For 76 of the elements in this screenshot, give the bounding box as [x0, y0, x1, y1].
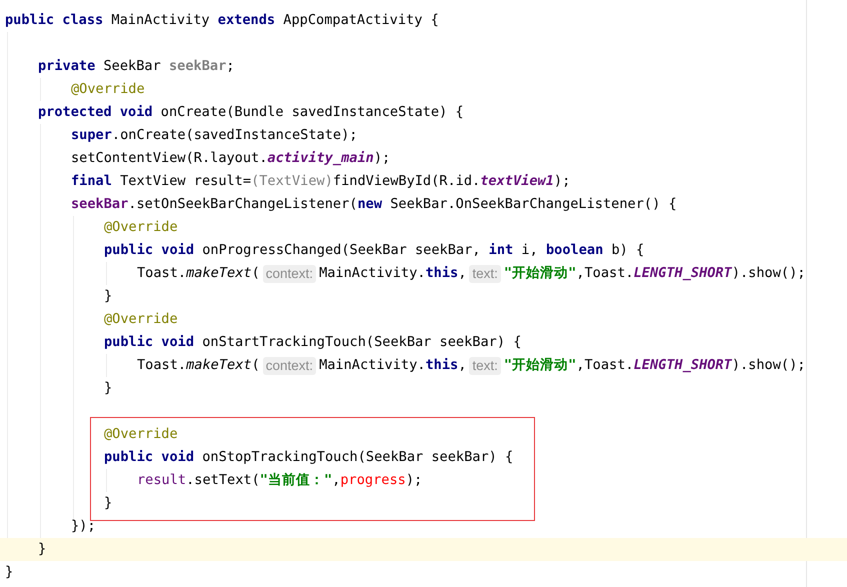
- code-token: );: [406, 471, 422, 490]
- code-token: });: [71, 517, 96, 536]
- code-editor[interactable]: [0, 0, 847, 587]
- code-token: b) {: [610, 241, 644, 260]
- code-token: onProgressChanged(SeekBar seekBar,: [201, 241, 482, 260]
- code-token: MainActivity.: [319, 356, 426, 375]
- code-token: MainActivity: [110, 11, 211, 30]
- code-token: SeekBar.OnSeekBarChangeListener() {: [389, 195, 677, 214]
- code-token: (: [252, 264, 260, 283]
- code-token: final: [71, 172, 112, 191]
- code-token: @Override: [104, 310, 178, 329]
- code-token: LENGTH_SHORT: [634, 264, 732, 283]
- code-token: .setOnSeekBarChangeListener(: [128, 195, 358, 214]
- parameter-hint: text:: [469, 356, 501, 374]
- code-token: .onCreate(savedInstanceState);: [112, 126, 358, 145]
- code-token: protected void: [38, 103, 153, 122]
- code-token: setContentView(R.layout.: [71, 149, 268, 168]
- code-token: "当前值：": [260, 471, 332, 490]
- code-token: public void: [104, 333, 194, 352]
- code-token: onCreate(Bundle savedInstanceState) {: [160, 103, 464, 122]
- code-token: SeekBar: [102, 57, 162, 76]
- code-token: ,: [332, 471, 340, 490]
- code-token: ;: [226, 57, 234, 76]
- code-token: this: [425, 264, 458, 283]
- code-token: makeText: [186, 264, 252, 283]
- parameter-hint: text:: [469, 264, 501, 282]
- code-token: progress: [340, 471, 406, 490]
- code-token: @Override: [71, 80, 145, 99]
- code-token: makeText: [186, 356, 252, 375]
- code-token: onStopTrackingTouch(SeekBar seekBar) {: [201, 448, 514, 467]
- code-token: public void: [104, 448, 194, 467]
- code-token: result: [137, 471, 186, 490]
- code-token: Toast.: [137, 264, 186, 283]
- code-token: onStartTrackingTouch(SeekBar seekBar) {: [201, 333, 522, 352]
- code-token: public class: [5, 11, 104, 30]
- code-token: ).show();: [732, 264, 806, 283]
- code-token: TextView result=: [119, 172, 252, 191]
- code-token: this: [425, 356, 458, 375]
- code-token: public void: [104, 241, 194, 260]
- code-token: );: [374, 149, 390, 168]
- code-token: activity_main: [267, 149, 374, 168]
- code-token: new: [357, 195, 382, 214]
- code-token: "开始滑动": [504, 264, 576, 283]
- code-token: seekBar: [71, 195, 128, 214]
- code-token: .setText(: [186, 471, 260, 490]
- code-token: findViewById(R.id.: [332, 172, 480, 191]
- code-token: "开始滑动": [504, 356, 576, 375]
- code-token: super: [71, 126, 112, 145]
- parameter-hint: context:: [262, 264, 316, 282]
- code-token: Toast.: [137, 356, 186, 375]
- code-token: AppCompatActivity {: [282, 11, 439, 30]
- code-token: }: [38, 540, 46, 559]
- code-token: );: [554, 172, 570, 191]
- code-token: textView1: [480, 172, 554, 191]
- code-token: }: [104, 494, 112, 513]
- code-token: i,: [520, 241, 539, 260]
- code-token: ,Toast.: [576, 264, 634, 283]
- code-token: }: [104, 287, 112, 306]
- code-token: @Override: [104, 425, 178, 444]
- code-token: private: [38, 57, 96, 76]
- parameter-hint: context:: [262, 356, 316, 374]
- code-token: ).show();: [732, 356, 806, 375]
- code-token: (TextView): [251, 172, 333, 191]
- code-token: @Override: [104, 218, 178, 237]
- code-token: extends: [218, 11, 276, 30]
- code-token: }: [5, 563, 14, 582]
- code-token: ,: [458, 264, 466, 283]
- code-token: (: [252, 356, 260, 375]
- code-token: MainActivity.: [319, 264, 426, 283]
- code-token: ,Toast.: [576, 356, 634, 375]
- code-token: seekBar: [168, 57, 226, 76]
- code-token: LENGTH_SHORT: [634, 356, 732, 375]
- code-token: boolean: [546, 241, 604, 260]
- code-token: }: [104, 379, 112, 398]
- code-token: ,: [458, 356, 466, 375]
- code-token: int: [488, 241, 514, 260]
